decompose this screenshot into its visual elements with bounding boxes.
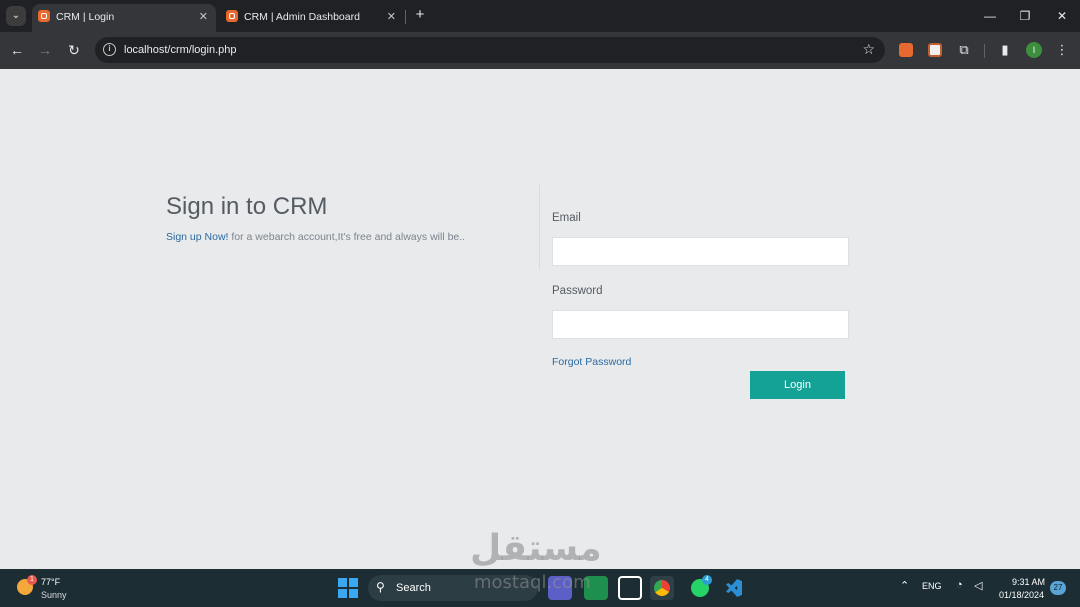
site-info-icon[interactable]: i: [103, 43, 116, 56]
search-icon: ⚲: [376, 580, 385, 594]
url-text: localhost/crm/login.php: [124, 44, 237, 56]
email-label: Email: [552, 212, 581, 224]
volume-icon[interactable]: ◁: [974, 579, 982, 592]
weather-badge: 1: [27, 575, 37, 585]
forward-arrow-icon[interactable]: →: [35, 40, 55, 60]
login-page: Sign in to CRM Sign up Now! for a webarc…: [0, 69, 1080, 569]
metamask-extension-icon[interactable]: [899, 43, 913, 57]
tab-divider: [405, 10, 406, 24]
email-field[interactable]: [552, 237, 849, 266]
tab-title: CRM | Admin Dashboard: [244, 11, 360, 23]
start-windows-icon[interactable]: [338, 578, 358, 598]
new-tab-plus-icon[interactable]: +: [411, 6, 429, 24]
browser-toolbar: ← → ↻ i localhost/crm/login.php ☆ ⧉ ▮ ⋮: [0, 32, 1080, 69]
watermark-logo: مستقل: [470, 528, 602, 569]
minimize-icon[interactable]: —: [978, 6, 1002, 26]
restore-icon[interactable]: ❐: [1013, 6, 1037, 26]
clock-date[interactable]: 01/18/2024: [999, 590, 1044, 600]
tab-title: CRM | Login: [56, 11, 115, 23]
tab-search-chevron-icon[interactable]: ⌄: [6, 6, 26, 26]
xampp-favicon-icon: [226, 10, 238, 22]
tab-crm-login[interactable]: CRM | Login ✕: [32, 4, 216, 32]
side-panel-icon[interactable]: ▮: [995, 40, 1015, 60]
watermark-domain: mostaql.com: [474, 572, 591, 593]
extensions-puzzle-icon[interactable]: ⧉: [954, 40, 974, 60]
toolbar-divider: [984, 44, 985, 58]
search-label: Search: [396, 582, 431, 594]
weather-condition[interactable]: Sunny: [41, 590, 67, 600]
tab-close-icon[interactable]: ✕: [387, 10, 396, 23]
wifi-icon[interactable]: ◔: [956, 579, 963, 591]
back-arrow-icon[interactable]: ←: [7, 40, 27, 60]
menu-kebab-icon[interactable]: ⋮: [1052, 40, 1072, 60]
file-explorer-icon[interactable]: [618, 576, 642, 600]
show-hidden-icons-chevron-icon[interactable]: ⌃: [900, 579, 909, 592]
tab-close-icon[interactable]: ✕: [199, 10, 208, 23]
extension-icon[interactable]: [928, 43, 942, 57]
signup-description: for a webarch account,It's free and alwa…: [231, 231, 466, 243]
chrome-icon: [654, 580, 670, 596]
bookmark-star-icon[interactable]: ☆: [862, 41, 875, 58]
page-title: Sign in to CRM: [166, 193, 328, 220]
reload-icon[interactable]: ↻: [64, 40, 84, 60]
vscode-icon: [726, 579, 742, 597]
chrome-taskbar-app[interactable]: [650, 576, 674, 600]
login-button[interactable]: Login: [750, 371, 845, 399]
signup-line: Sign up Now! for a webarch account,It's …: [166, 231, 465, 243]
browser-tab-strip: ⌄ CRM | Login ✕ CRM | Admin Dashboard ✕ …: [0, 0, 1080, 32]
weather-temperature[interactable]: 77°F: [41, 577, 60, 587]
vscode-taskbar-app[interactable]: [722, 576, 746, 600]
xampp-favicon-icon: [38, 10, 50, 22]
signup-link[interactable]: Sign up Now!: [166, 231, 228, 243]
clock-time[interactable]: 9:31 AM: [1012, 577, 1045, 587]
close-window-icon[interactable]: ✕: [1050, 6, 1074, 26]
notification-count[interactable]: 27: [1050, 581, 1066, 595]
language-indicator[interactable]: ENG: [922, 581, 942, 591]
password-label: Password: [552, 285, 603, 297]
tab-crm-admin-dashboard[interactable]: CRM | Admin Dashboard ✕: [220, 4, 404, 32]
column-divider: [539, 185, 540, 269]
whatsapp-badge: 4: [702, 575, 712, 585]
address-bar[interactable]: i localhost/crm/login.php ☆: [95, 37, 885, 63]
password-field[interactable]: [552, 310, 849, 339]
profile-avatar[interactable]: I: [1026, 42, 1042, 58]
forgot-password-link[interactable]: Forgot Password: [552, 356, 631, 368]
